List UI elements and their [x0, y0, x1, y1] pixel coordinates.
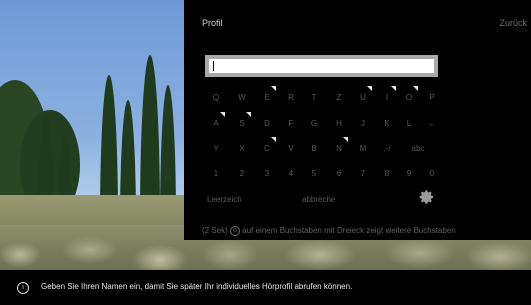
- key-m[interactable]: M: [352, 139, 374, 157]
- name-input-frame: [205, 55, 438, 77]
- hint-text: (2 Sek) ⊙ auf einem Buchstaben mit Dreie…: [202, 226, 456, 236]
- hint-prefix: (2 Sek): [202, 226, 228, 236]
- key-6[interactable]: 6: [328, 164, 350, 182]
- key-symbols[interactable]: .-/: [376, 139, 398, 157]
- key-5[interactable]: 5: [303, 164, 325, 182]
- info-bar: i Geben Sie Ihren Namen ein, damit Sie s…: [0, 270, 531, 305]
- more-letters-triangle-icon: [413, 86, 418, 91]
- hint-message: auf einem Buchstaben mit Dreieck zeigt w…: [242, 226, 456, 236]
- key-f[interactable]: F: [280, 114, 302, 132]
- key-q[interactable]: Q: [205, 88, 227, 106]
- space-key[interactable]: Leerzeich: [207, 190, 242, 208]
- key-2[interactable]: 2: [231, 164, 253, 182]
- back-button[interactable]: Zurück: [499, 18, 527, 28]
- key-9[interactable]: 9: [398, 164, 420, 182]
- key-j[interactable]: J: [352, 114, 374, 132]
- key-r[interactable]: R: [280, 88, 302, 106]
- more-letters-triangle-icon: [220, 112, 225, 117]
- key-z[interactable]: Z: [328, 88, 350, 106]
- key-w[interactable]: W: [231, 88, 253, 106]
- key-d[interactable]: D: [256, 114, 278, 132]
- key-l[interactable]: L: [398, 114, 420, 132]
- key-c[interactable]: C: [256, 137, 278, 157]
- key-k[interactable]: K: [376, 114, 398, 132]
- key-t[interactable]: T: [303, 88, 325, 106]
- key-8[interactable]: 8: [376, 164, 398, 182]
- key-b[interactable]: B: [303, 139, 325, 157]
- more-letters-triangle-icon: [271, 137, 276, 142]
- more-letters-triangle-icon: [246, 112, 251, 117]
- key-1[interactable]: 1: [205, 164, 227, 182]
- profile-panel: Profil Zurück Q W E R T Z U I O P A S D F G H J K L ← Y X C V B N…: [184, 0, 531, 240]
- key-v[interactable]: V: [280, 139, 302, 157]
- key-3[interactable]: 3: [256, 164, 278, 182]
- key-a[interactable]: A: [205, 112, 227, 132]
- key-←[interactable]: ←: [421, 114, 443, 132]
- name-input[interactable]: [209, 59, 434, 73]
- key-x[interactable]: X: [231, 139, 253, 157]
- ok-button-icon: ⊙: [230, 226, 241, 236]
- key-u[interactable]: U: [352, 86, 374, 106]
- info-text: Geben Sie Ihren Namen ein, damit Sie spä…: [41, 282, 353, 291]
- key-0[interactable]: 0: [421, 164, 443, 182]
- key-4[interactable]: 4: [280, 164, 302, 182]
- text-cursor: [213, 61, 214, 71]
- key-e[interactable]: E: [256, 86, 278, 106]
- key-abc[interactable]: abc: [407, 139, 429, 157]
- key-h[interactable]: H: [328, 114, 350, 132]
- key-g[interactable]: G: [303, 114, 325, 132]
- gear-icon[interactable]: [419, 189, 435, 205]
- key-n[interactable]: N: [328, 137, 350, 157]
- more-letters-triangle-icon: [391, 86, 396, 91]
- key-p[interactable]: P: [421, 88, 443, 106]
- panel-title: Profil: [202, 18, 223, 28]
- more-letters-triangle-icon: [271, 86, 276, 91]
- more-letters-triangle-icon: [343, 137, 348, 142]
- key-7[interactable]: 7: [352, 164, 374, 182]
- key-i[interactable]: I: [376, 86, 398, 106]
- key-y[interactable]: Y: [205, 139, 227, 157]
- key-s[interactable]: S: [231, 112, 253, 132]
- cancel-key[interactable]: abbreche: [302, 190, 335, 208]
- more-letters-triangle-icon: [367, 86, 372, 91]
- info-icon: i: [17, 282, 29, 294]
- key-o[interactable]: O: [398, 86, 420, 106]
